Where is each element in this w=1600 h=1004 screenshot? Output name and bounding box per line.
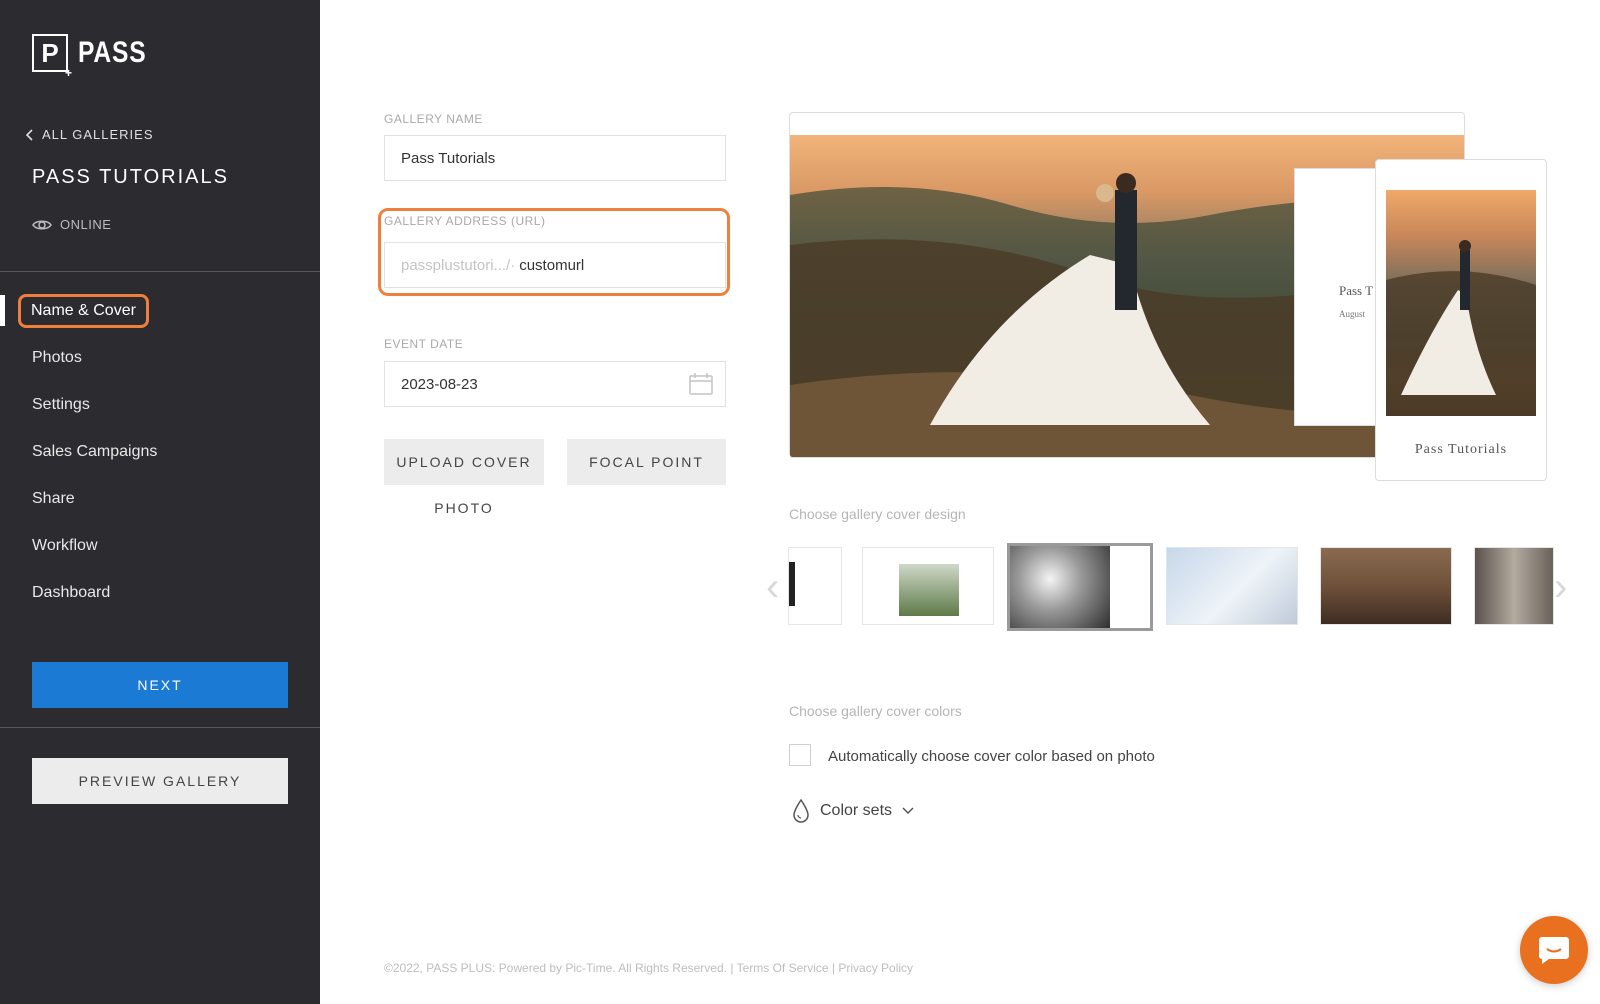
phone-photo-art [1386,240,1536,416]
thumb-art [1010,546,1110,628]
sidebar-item-label: Workflow [32,536,98,554]
cover-colors-heading: Choose gallery cover colors [789,703,962,719]
cover-design-thumb[interactable] [1474,547,1554,625]
logo-text: PASS [78,36,147,69]
sidebar-item-name-cover[interactable]: Name & Cover [0,287,320,334]
phone-cover-preview: Pass Tutorials [1375,159,1547,481]
upload-cover-label-line2[interactable]: PHOTO [384,500,544,516]
sidebar-item-dashboard[interactable]: Dashboard [0,569,320,616]
thumb-art [1167,548,1297,624]
thumb-art [789,562,795,606]
tablet-preview-title: Pass T [1339,283,1374,298]
upload-cover-button[interactable]: UPLOAD COVER [384,439,544,485]
sidebar-item-settings[interactable]: Settings [0,381,320,428]
carousel-next-arrow[interactable]: › [1554,567,1567,607]
all-galleries-label: ALL GALLERIES [42,127,154,142]
focal-point-button[interactable]: FOCAL POINT [567,439,726,485]
thumb-art [1321,548,1451,624]
preview-gallery-button[interactable]: PREVIEW GALLERY [32,758,288,804]
chevron-down-icon [902,807,914,815]
auto-color-label[interactable]: Automatically choose cover color based o… [828,748,1155,765]
thumb-art [899,564,959,616]
url-prefix: passplustutori.../· [401,256,516,274]
sidebar-item-label: Dashboard [32,583,111,601]
url-value: customurl [519,256,585,274]
phone-preview-title: Pass Tutorials [1414,442,1508,457]
cover-design-thumb[interactable] [1166,547,1298,625]
gallery-url-label: GALLERY ADDRESS (URL) [384,214,546,228]
logo-letter: P [41,37,59,68]
color-sets-label: Color sets [820,802,893,819]
sidebar-item-sales-campaigns[interactable]: Sales Campaigns [0,428,320,475]
sidebar-item-workflow[interactable]: Workflow [0,522,320,569]
tablet-preview-date: August [1339,309,1366,319]
phone-cover-photo [1386,190,1536,416]
footer-copyright: ©2022, PASS PLUS: Powered by Pic-Time. A… [384,961,727,975]
color-sets-dropdown[interactable]: Color sets [792,798,914,824]
sidebar-divider [0,727,320,728]
thumb-art [1475,548,1553,624]
gallery-title: PASS TUTORIALS [32,166,229,188]
event-date-value: 2023-08-23 [401,375,478,393]
sidebar-item-share[interactable]: Share [0,475,320,522]
sidebar-item-label: Photos [32,348,82,366]
status-label: ONLINE [60,217,112,232]
eye-icon [32,220,52,229]
sidebar-nav: Name & Cover Photos Settings Sales Campa… [0,287,320,616]
auto-color-checkbox[interactable] [789,744,811,766]
calendar-icon[interactable] [689,373,713,395]
thumb-art-panel [1110,550,1146,624]
focal-point-label: FOCAL POINT [589,454,704,470]
cover-design-thumb-selected[interactable] [1007,543,1153,631]
cover-design-thumb[interactable] [788,547,842,625]
gallery-name-label: GALLERY NAME [384,112,483,126]
cover-design-thumb[interactable] [862,547,994,625]
chevron-left-icon [26,128,33,141]
all-galleries-link[interactable]: ALL GALLERIES [26,127,154,142]
event-date-label: EVENT DATE [384,337,464,351]
chat-button[interactable] [1520,916,1588,984]
droplet-icon [793,798,809,823]
cover-design-carousel: ‹ › [766,543,1567,631]
pass-logo[interactable]: P PASS [32,34,161,80]
chat-bubble-icon [1539,937,1569,964]
gallery-url-input[interactable]: passplustutori.../· customurl [384,242,726,288]
privacy-link[interactable]: Privacy Policy [838,961,913,975]
event-date-input[interactable]: 2023-08-23 [384,361,726,407]
sidebar-item-label: Share [32,489,75,507]
upload-cover-label: UPLOAD COVER [396,454,532,470]
sidebar-item-label: Name & Cover [18,293,149,328]
footer-separator: | [726,961,737,975]
sidebar-item-label: Settings [32,395,90,413]
footer-separator: | [828,961,839,975]
sidebar-divider [0,271,320,272]
gallery-name-input[interactable]: Pass Tutorials [384,135,726,181]
sidebar: P PASS ALL GALLERIES PASS TUTORIALS ONLI… [0,0,320,1004]
sidebar-item-photos[interactable]: Photos [0,334,320,381]
footer: ©2022, PASS PLUS: Powered by Pic-Time. A… [384,961,913,975]
sidebar-item-label: Sales Campaigns [32,442,158,460]
cover-design-thumb[interactable] [1320,547,1452,625]
gallery-name-value: Pass Tutorials [401,149,496,167]
next-button[interactable]: NEXT [32,662,288,708]
terms-link[interactable]: Terms Of Service [737,961,829,975]
logo-mark: P [32,34,72,80]
carousel-prev-arrow[interactable]: ‹ [766,567,779,607]
tablet-cover-preview: Pass T August [1294,168,1386,426]
cover-design-heading: Choose gallery cover design [789,506,966,522]
gallery-status[interactable]: ONLINE [32,217,111,232]
